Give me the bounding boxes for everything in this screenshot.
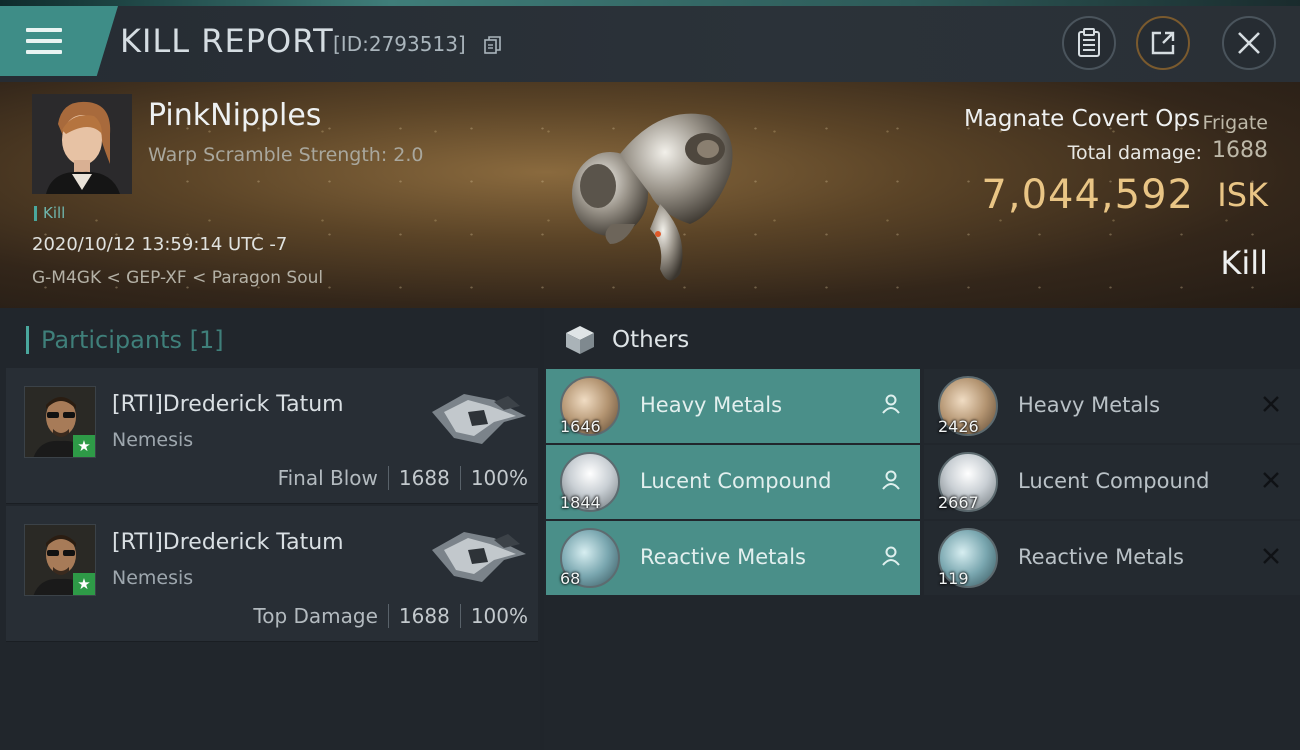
loot-item-destroyed[interactable]: 2667 Lucent Compound (924, 445, 1300, 519)
kill-tag: Kill (34, 206, 65, 221)
participant-avatar: ★ (24, 524, 96, 596)
victim-name: PinkNipples (148, 98, 322, 133)
top-bar: KILL REPORT [ID:2793513] (0, 0, 1300, 82)
loot-name: Heavy Metals (640, 393, 783, 417)
participant-stats: Top Damage 1688 100% (253, 604, 528, 628)
loot-name: Lucent Compound (1018, 469, 1210, 493)
loot-quantity: 68 (560, 569, 581, 588)
clipboard-button[interactable] (1062, 16, 1116, 70)
page-title: KILL REPORT (120, 22, 334, 60)
close-icon (1238, 32, 1260, 54)
participants-header: Participants [1] (26, 326, 224, 354)
destroyed-x-icon (1263, 472, 1279, 488)
others-title: Others (612, 327, 690, 353)
participant-stats: Final Blow 1688 100% (278, 466, 528, 490)
destroyed-x-icon (1263, 548, 1279, 564)
participant-percent: 100% (470, 604, 528, 628)
total-damage-value: 1688 (1212, 138, 1268, 163)
participant-damage: 1688 (398, 604, 450, 628)
clipboard-icon (1078, 28, 1100, 57)
top-accent-stripe (0, 0, 1300, 6)
victim-portrait[interactable] (32, 94, 132, 194)
loot-item-dropped[interactable]: 1844 Lucent Compound (546, 445, 920, 519)
divider (387, 604, 389, 628)
participant-ship-image (432, 394, 526, 444)
victim-avatar-image (32, 94, 132, 194)
loot-name: Lucent Compound (640, 469, 832, 493)
participant-ship: Nemesis (112, 429, 194, 451)
others-header: Others (564, 324, 689, 356)
cargo-box-icon (566, 326, 594, 354)
loot-item-destroyed[interactable]: 119 Reactive Metals (924, 521, 1300, 595)
participant-name[interactable]: [RTI]Drederick Tatum (112, 530, 344, 555)
divider (459, 466, 461, 490)
participant-role: Top Damage (253, 604, 378, 628)
participant-ship: Nemesis (112, 567, 194, 589)
loot-quantity: 119 (938, 569, 969, 588)
loot-quantity: 1646 (560, 417, 601, 436)
kill-location: G-M4GK < GEP-XF < Paragon Soul (32, 268, 324, 288)
close-button[interactable] (1222, 16, 1276, 70)
person-icon (882, 394, 900, 414)
isk-unit: ISK (1217, 176, 1268, 214)
participant-role: Final Blow (277, 466, 378, 490)
person-icon (882, 546, 900, 566)
isk-value: 7,044,592 (981, 172, 1194, 218)
kill-timestamp: 2020/10/12 13:59:14 UTC -7 (32, 234, 288, 255)
hamburger-icon (26, 28, 62, 54)
person-icon (882, 470, 900, 490)
loot-item-destroyed[interactable]: 2426 Heavy Metals (924, 369, 1300, 443)
participant-row[interactable]: ★ [RTI]Drederick Tatum Nemesis Final Blo… (6, 368, 538, 504)
warp-scramble-strength: Warp Scramble Strength: 2.0 (148, 144, 424, 166)
divider (459, 604, 461, 628)
loot-name: Reactive Metals (640, 545, 806, 569)
loot-quantity: 1844 (560, 493, 601, 512)
total-damage-label: Total damage: (1067, 142, 1202, 164)
loot-item-dropped[interactable]: 1646 Heavy Metals (546, 369, 920, 443)
destroyed-x-icon (1263, 396, 1279, 412)
loot-name: Reactive Metals (1018, 545, 1184, 569)
menu-button[interactable] (0, 6, 118, 76)
share-button[interactable] (1136, 16, 1190, 70)
participant-damage: 1688 (398, 466, 450, 490)
ship-class: Frigate (1202, 112, 1268, 134)
ship-name[interactable]: Magnate Covert Ops (964, 106, 1200, 132)
loot-item-dropped[interactable]: 68 Reactive Metals (546, 521, 920, 595)
share-icon (1151, 31, 1175, 55)
kill-report-window: KILL REPORT [ID:2793513] PinkNipples War… (0, 0, 1300, 750)
participants-panel: Participants [1] ★ [RTI]Drederick Tatum … (0, 308, 540, 750)
participant-name[interactable]: [RTI]Drederick Tatum (112, 392, 344, 417)
victim-ship-image (572, 113, 733, 281)
loot-name: Heavy Metals (1018, 393, 1161, 417)
participant-percent: 100% (470, 466, 528, 490)
star-badge-icon: ★ (73, 435, 95, 457)
kill-banner: PinkNipples Warp Scramble Strength: 2.0 … (0, 82, 1300, 308)
divider (387, 466, 389, 490)
report-id: [ID:2793513] (333, 32, 466, 56)
kill-status: Kill (1220, 244, 1268, 282)
participant-avatar: ★ (24, 386, 96, 458)
others-panel: Others 1646 Heavy Metals 2426 Heavy Meta… (544, 308, 1300, 750)
participant-row[interactable]: ★ [RTI]Drederick Tatum Nemesis Top Damag… (6, 506, 538, 642)
copy-icon[interactable] (484, 36, 502, 54)
loot-quantity: 2426 (938, 417, 979, 436)
participant-ship-image (432, 532, 526, 582)
star-badge-icon: ★ (73, 573, 95, 595)
loot-quantity: 2667 (938, 493, 979, 512)
